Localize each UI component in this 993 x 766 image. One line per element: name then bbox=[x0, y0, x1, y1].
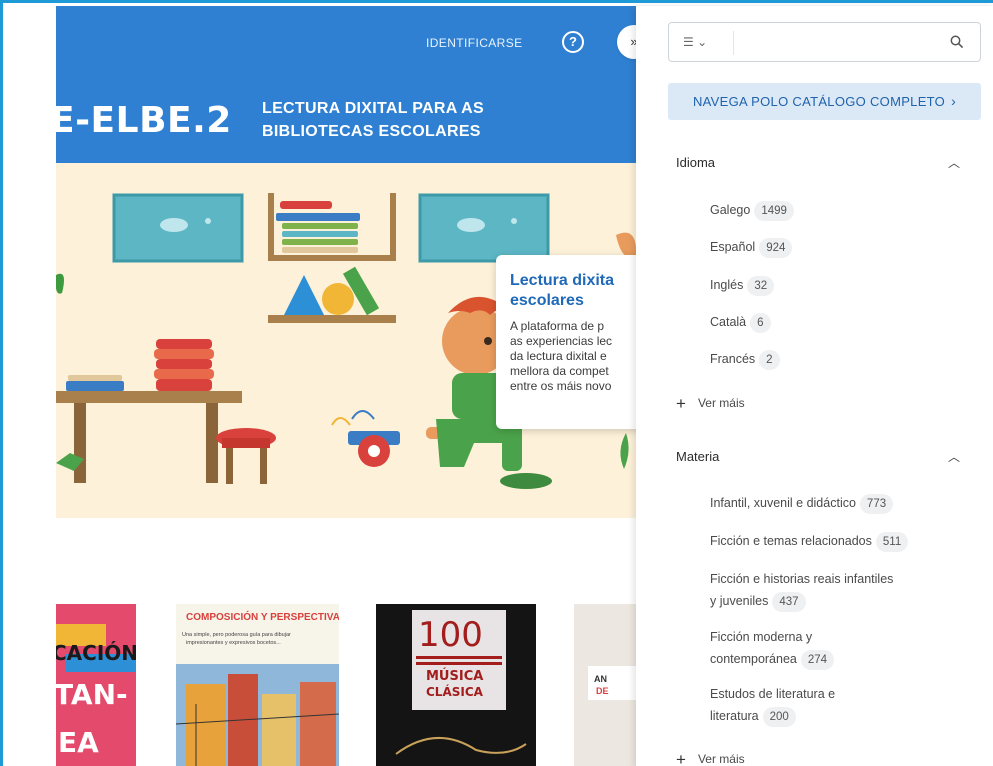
facet-item[interactable]: Estudos de literatura e literatura 200 bbox=[710, 683, 835, 727]
brand-subtitle-line2: BIBLIOTECAS ESCOLARES bbox=[262, 123, 481, 140]
facet-item[interactable]: Francés 2 bbox=[710, 348, 780, 370]
show-more-materia[interactable]: + Ver máis bbox=[676, 750, 745, 766]
book4-line1: AN bbox=[594, 674, 607, 684]
app-frame: IDENTIFICARSE ? E-ELBE.2 LECTURA DIXITAL… bbox=[0, 0, 993, 766]
facet-label: Ficción moderna y bbox=[710, 630, 813, 644]
left-margin bbox=[6, 6, 56, 766]
facet-label: Inglés bbox=[710, 278, 744, 292]
book2-sub2: impresionantes y expresivos bocetos... bbox=[186, 640, 281, 646]
facet-label: Español bbox=[710, 240, 756, 254]
hero-card-title-line2: escolares bbox=[510, 292, 584, 309]
facet-label: Galego bbox=[710, 203, 751, 217]
book3-line3: CLÁSICA bbox=[426, 684, 484, 699]
chevron-up-icon[interactable]: ︿ bbox=[948, 154, 960, 171]
facet-item[interactable]: Infantil, xuvenil e didáctico 773 bbox=[710, 492, 894, 514]
hero-card-text-line: mellora da compet bbox=[510, 364, 609, 378]
facet-count: 773 bbox=[859, 494, 894, 514]
login-link[interactable]: IDENTIFICARSE bbox=[426, 36, 523, 50]
facet-count: 511 bbox=[875, 532, 909, 552]
facet-label: Ficción e historias reais infantiles bbox=[710, 572, 894, 586]
search-divider bbox=[733, 31, 734, 55]
catalog-side-panel: ☰ ⌄ NAVEGA POLO CATÁLOGO COMPLETO › Idiom… bbox=[636, 6, 993, 766]
facet-section-title-materia[interactable]: Materia bbox=[676, 449, 719, 464]
chevron-up-icon[interactable]: ︿ bbox=[948, 448, 960, 465]
hero-card-text-line: as experiencias lec bbox=[510, 334, 613, 348]
hero-card-text: A plataforma de p as experiencias lec da… bbox=[510, 319, 632, 394]
brand-subtitle-line1: LECTURA DIXITAL PARA AS bbox=[262, 100, 485, 117]
facet-count: 32 bbox=[747, 276, 775, 296]
facet-label: y juveniles bbox=[710, 594, 769, 608]
list-icon[interactable]: ☰ ⌄ bbox=[683, 35, 707, 49]
book1-line2: TAN- bbox=[56, 678, 128, 711]
facet-item[interactable]: Español 924 bbox=[710, 236, 793, 258]
facet-count: 200 bbox=[762, 707, 796, 727]
search-input[interactable] bbox=[741, 31, 931, 55]
show-more-label: Ver máis bbox=[697, 396, 745, 410]
site-header: IDENTIFICARSE ? E-ELBE.2 LECTURA DIXITAL… bbox=[56, 6, 636, 163]
plus-icon: + bbox=[676, 394, 686, 413]
hero-card: Lectura dixita escolares A plataforma de… bbox=[496, 255, 636, 429]
book-cover-art: 100 MÚSICA CLÁSICA bbox=[376, 604, 536, 766]
book1-line3: EA bbox=[58, 726, 99, 759]
book1-line1: CACIÓN bbox=[56, 641, 136, 665]
show-more-idioma[interactable]: + Ver máis bbox=[676, 394, 745, 414]
book3-line2: MÚSICA bbox=[426, 668, 483, 684]
hero-card-title: Lectura dixita escolares bbox=[510, 271, 632, 311]
facet-label: Infantil, xuvenil e didáctico bbox=[710, 496, 856, 510]
facet-count: 437 bbox=[772, 592, 806, 612]
chevron-right-icon: › bbox=[951, 93, 957, 109]
search-bar: ☰ ⌄ bbox=[668, 22, 981, 62]
hero-card-text-line: A plataforma de p bbox=[510, 319, 605, 333]
facet-item[interactable]: Inglés 32 bbox=[710, 274, 775, 296]
main-content: IDENTIFICARSE ? E-ELBE.2 LECTURA DIXITAL… bbox=[56, 6, 636, 766]
browse-catalog-label: NAVEGA POLO CATÁLOGO COMPLETO bbox=[692, 94, 946, 109]
facet-count: 6 bbox=[750, 313, 771, 333]
search-icon[interactable] bbox=[950, 35, 964, 49]
facet-item[interactable]: Català 6 bbox=[710, 311, 771, 333]
book3-number: 100 bbox=[418, 615, 483, 655]
facet-label: Francés bbox=[710, 352, 756, 366]
hero-card-text-line: entre os máis novo bbox=[510, 379, 612, 393]
facet-item[interactable]: Ficción e historias reais infantiles y j… bbox=[710, 568, 893, 612]
facet-count: 1499 bbox=[754, 201, 794, 221]
window-right bbox=[420, 195, 548, 261]
facet-section-title-idioma[interactable]: Idioma bbox=[676, 155, 715, 170]
facet-item[interactable]: Ficción e temas relacionados 511 bbox=[710, 530, 909, 552]
book4-line2: DE bbox=[596, 686, 609, 696]
book-carousel: CACIÓN TAN- EA COMPOSICIÓN Y PERSPECTIVA… bbox=[56, 604, 636, 766]
facet-item[interactable]: Ficción moderna y contemporánea 274 bbox=[710, 626, 835, 670]
brand-subtitle: LECTURA DIXITAL PARA AS BIBLIOTECAS ESCO… bbox=[262, 97, 484, 143]
facet-label: literatura bbox=[710, 709, 759, 723]
facet-label: Estudos de literatura e bbox=[710, 687, 836, 701]
book-cover[interactable]: 100 MÚSICA CLÁSICA bbox=[376, 604, 536, 766]
book-cover[interactable]: COMPOSICIÓN Y PERSPECTIVA Una simple, pe… bbox=[176, 604, 339, 766]
book-cover-art: CACIÓN TAN- EA bbox=[56, 604, 136, 766]
book2-sub1: Una simple, pero poderosa guía para dibu… bbox=[182, 632, 291, 638]
plus-icon: + bbox=[676, 750, 686, 766]
hero-card-text-line: da lectura dixital e bbox=[510, 349, 607, 363]
book-cover[interactable]: CACIÓN TAN- EA bbox=[56, 604, 136, 766]
hero-banner: Lectura dixita escolares A plataforma de… bbox=[56, 163, 636, 518]
book-cover-art: AN DE bbox=[574, 604, 636, 766]
book-cover-art: COMPOSICIÓN Y PERSPECTIVA Una simple, pe… bbox=[176, 604, 339, 766]
facet-count: 924 bbox=[759, 238, 793, 258]
show-more-label: Ver máis bbox=[697, 752, 745, 766]
facet-label: Català bbox=[710, 315, 747, 329]
facet-label: contemporánea bbox=[710, 652, 797, 666]
facet-count: 2 bbox=[759, 350, 780, 370]
book-cover[interactable]: AN DE bbox=[574, 604, 636, 766]
help-circle-icon[interactable]: ? bbox=[562, 31, 584, 53]
hero-card-title-line1: Lectura dixita bbox=[510, 272, 615, 289]
book2-title: COMPOSICIÓN Y PERSPECTIVA bbox=[186, 610, 339, 623]
facet-item[interactable]: Galego 1499 bbox=[710, 199, 794, 221]
facet-label: Ficción e temas relacionados bbox=[710, 534, 872, 548]
browse-catalog-button[interactable]: NAVEGA POLO CATÁLOGO COMPLETO › bbox=[668, 83, 981, 120]
brand-title: E-ELBE.2 bbox=[56, 100, 232, 141]
facet-count: 274 bbox=[800, 650, 835, 670]
